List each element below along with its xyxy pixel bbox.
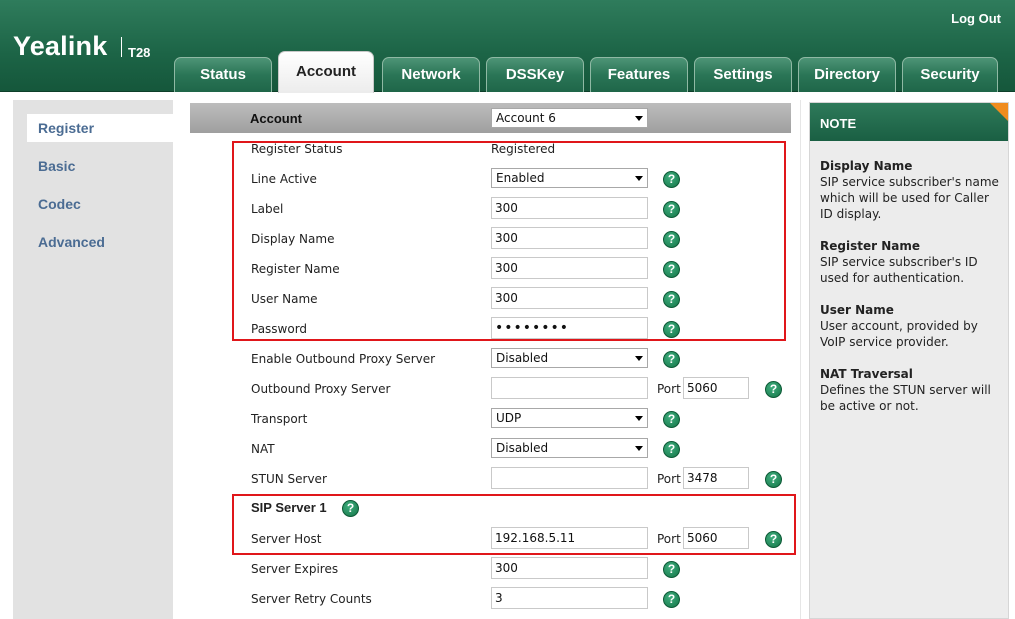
tab-dsskey[interactable]: DSSKey (486, 57, 584, 92)
help-icon[interactable]: ? (663, 411, 680, 428)
tab-settings[interactable]: Settings (694, 57, 792, 92)
outbound-proxy-enable-value: Disabled (496, 351, 549, 365)
tab-network[interactable]: Network (382, 57, 480, 92)
chevron-down-icon (635, 356, 643, 361)
help-icon[interactable]: ? (663, 561, 680, 578)
stun-server-label: STUN Server (251, 472, 327, 486)
note-heading: User Name (820, 303, 894, 317)
help-icon[interactable]: ? (765, 471, 782, 488)
highlight-box-credentials (232, 141, 786, 341)
note-header: NOTE (810, 103, 1008, 141)
outbound-proxy-label: Outbound Proxy Server (251, 382, 391, 396)
port-label: Port (657, 472, 681, 486)
page: Yealink T28 Log Out Status Account Netwo… (0, 0, 1015, 619)
highlight-box-sip-server (232, 494, 796, 555)
outbound-proxy-enable-label: Enable Outbound Proxy Server (251, 352, 436, 366)
account-select-value: Account 6 (496, 111, 556, 125)
port-label: Port (657, 382, 681, 396)
server-retry-input[interactable]: 3 (491, 587, 648, 609)
register-form: Account Account 6 Register Status Regist… (190, 100, 801, 619)
note-heading: Display Name (820, 159, 913, 173)
outbound-proxy-enable-select[interactable]: Disabled (491, 348, 648, 368)
note-panel: NOTE Display Name SIP service subscriber… (809, 102, 1009, 619)
tab-account[interactable]: Account (278, 51, 374, 93)
nat-value: Disabled (496, 441, 549, 455)
note-heading: Register Name (820, 239, 920, 253)
sidebar-item-codec[interactable]: Codec (27, 190, 173, 218)
brand-logo: Yealink (13, 31, 108, 61)
outbound-proxy-port-input[interactable]: 5060 (683, 377, 749, 399)
note-text: SIP service subscriber's name which will… (820, 175, 999, 221)
help-icon[interactable]: ? (663, 441, 680, 458)
note-text: Defines the STUN server will be active o… (820, 383, 991, 413)
transport-value: UDP (496, 411, 522, 425)
tab-features[interactable]: Features (590, 57, 688, 92)
logo-divider (121, 37, 122, 57)
chevron-down-icon (635, 416, 643, 421)
note-text: SIP service subscriber's ID used for aut… (820, 255, 978, 285)
note-corner-flag (990, 103, 1008, 121)
tab-directory[interactable]: Directory (798, 57, 896, 92)
model-label: T28 (128, 45, 151, 60)
note-text: User account, provided by VoIP service p… (820, 319, 978, 349)
stun-port-input[interactable]: 3478 (683, 467, 749, 489)
chevron-down-icon (635, 116, 643, 121)
server-expires-label: Server Expires (251, 562, 339, 576)
sidebar-item-register[interactable]: Register (27, 114, 173, 142)
account-select[interactable]: Account 6 (491, 108, 648, 128)
transport-select[interactable]: UDP (491, 408, 648, 428)
transport-label: Transport (251, 412, 308, 426)
outbound-proxy-input[interactable] (491, 377, 648, 399)
account-label: Account (250, 111, 302, 126)
logout-link[interactable]: Log Out (951, 11, 1001, 26)
nat-select[interactable]: Disabled (491, 438, 648, 458)
sidebar-item-basic[interactable]: Basic (27, 152, 173, 180)
tab-status[interactable]: Status (174, 57, 272, 92)
nat-label: NAT (251, 442, 275, 456)
note-heading: NAT Traversal (820, 367, 913, 381)
help-icon[interactable]: ? (663, 591, 680, 608)
chevron-down-icon (635, 446, 643, 451)
help-icon[interactable]: ? (765, 381, 782, 398)
help-icon[interactable]: ? (663, 351, 680, 368)
sidebar-item-advanced[interactable]: Advanced (27, 228, 173, 256)
server-retry-label: Server Retry Counts (251, 592, 372, 606)
sidebar: Register Basic Codec Advanced (13, 100, 173, 619)
server-expires-input[interactable]: 300 (491, 557, 648, 579)
stun-server-input[interactable] (491, 467, 648, 489)
account-selector-bar: Account Account 6 (190, 103, 791, 133)
note-title: NOTE (820, 116, 857, 131)
tab-security[interactable]: Security (902, 57, 998, 92)
